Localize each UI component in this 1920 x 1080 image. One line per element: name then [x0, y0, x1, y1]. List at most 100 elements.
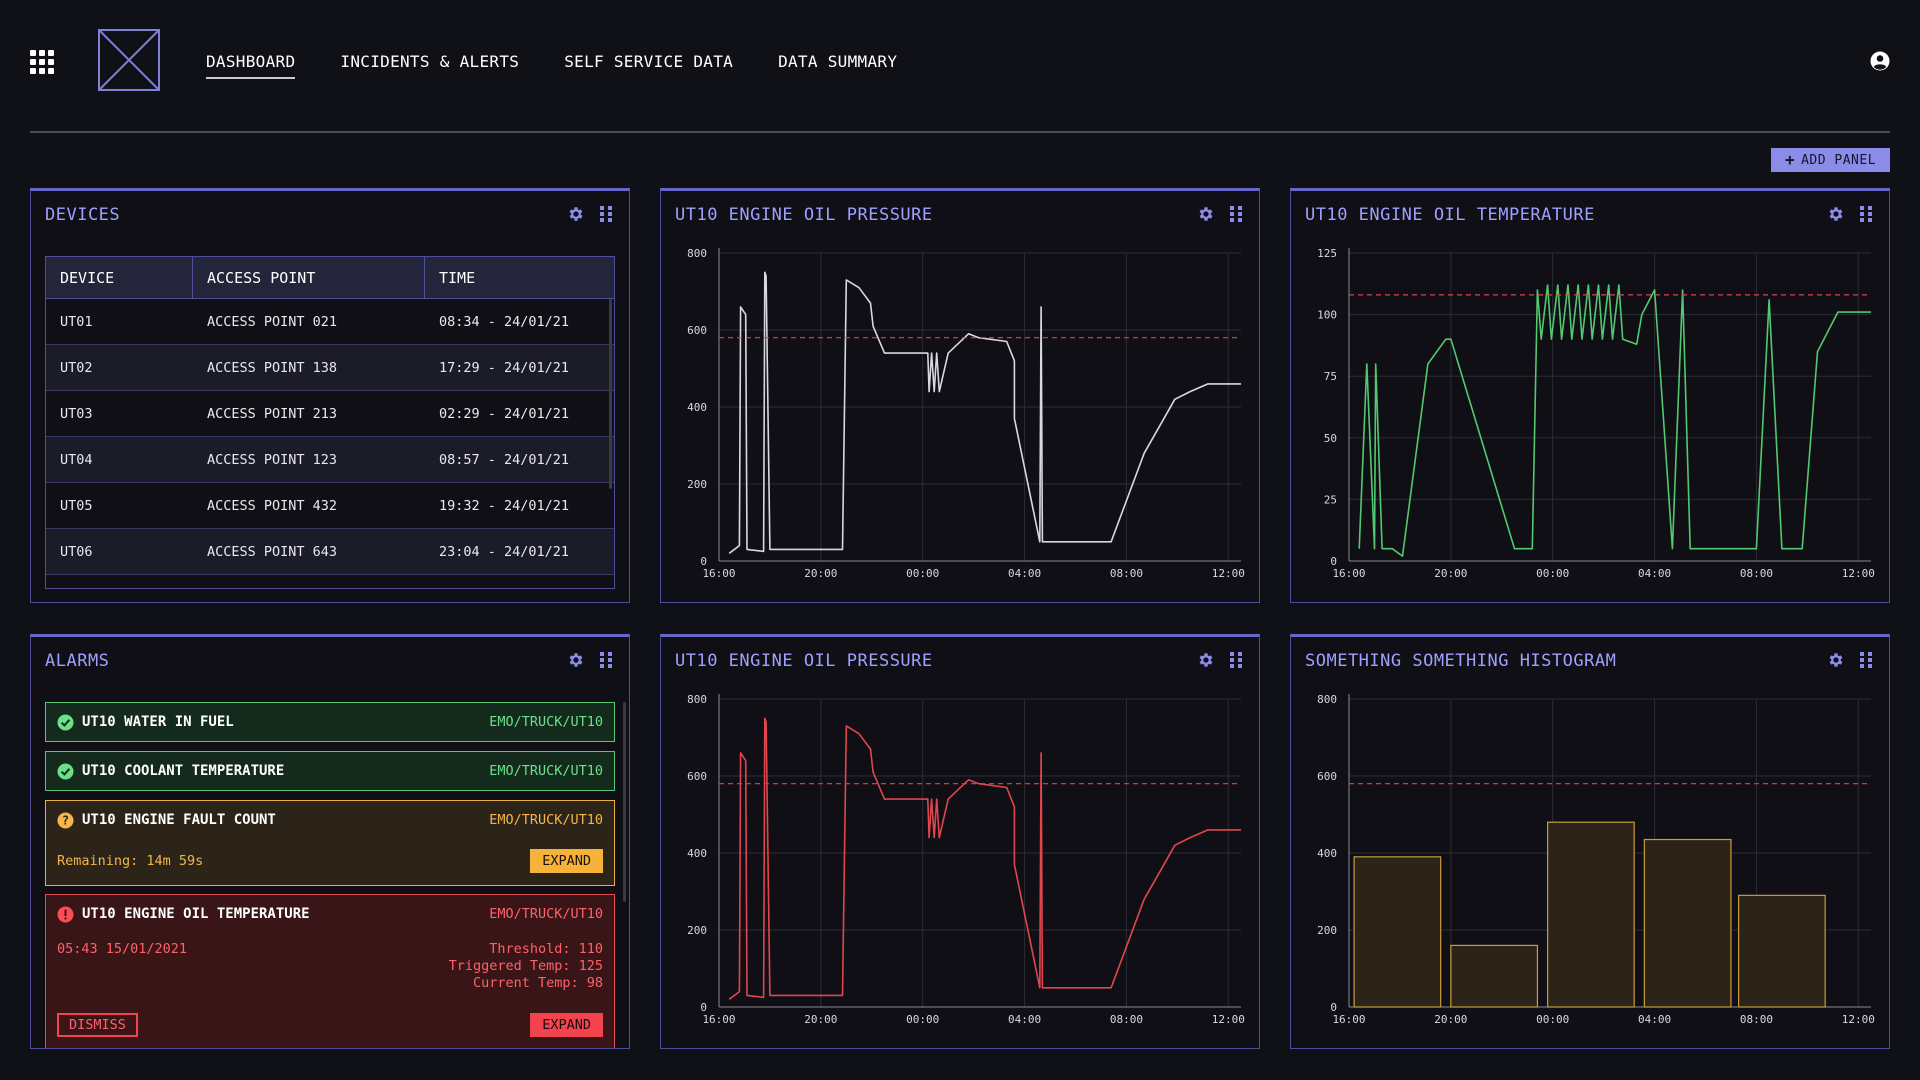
svg-text:?: ? — [62, 814, 69, 828]
nav-dashboard[interactable]: DASHBOARD — [206, 52, 296, 79]
main-nav: DASHBOARD INCIDENTS & ALERTS SELF SERVIC… — [206, 52, 897, 79]
y-tick-label: 800 — [687, 247, 707, 260]
y-tick-label: 100 — [1317, 309, 1337, 322]
expand-button[interactable]: EXPAND — [530, 849, 603, 873]
bar-chart: 020040060080016:00 20:00 00:00 04:00 08:00 12… — [1317, 693, 1875, 1026]
x-tick-label: 16:00 — [1332, 567, 1365, 580]
y-tick-label: 600 — [687, 770, 707, 783]
alarm-details: Threshold: 110 Triggered Temp: 125 Curre… — [449, 941, 603, 992]
cell-access-point: ACCESS POINT 643 — [207, 543, 338, 560]
settings-gear-icon[interactable] — [567, 205, 585, 223]
alarm-title: UT10 WATER IN FUEL — [82, 714, 234, 730]
devices-panel: DEVICES DEVICE ACCESS POINT TIME UT01 AC… — [30, 188, 630, 603]
y-tick-label: 600 — [687, 324, 707, 337]
alarm-triggered-temp: Triggered Temp: 125 — [448, 958, 603, 974]
nav-self-service-data[interactable]: SELF SERVICE DATA — [564, 52, 733, 79]
logo-placeholder-icon — [98, 29, 160, 91]
y-tick-label: 600 — [1317, 770, 1337, 783]
column-header-device[interactable]: DEVICE — [46, 257, 193, 298]
table-row[interactable]: UT04 ACCESS POINT 123 08:57 - 24/01/21 — [46, 437, 614, 483]
histogram-bar — [1643, 838, 1732, 1008]
alarm-item[interactable]: UT10 COOLANT TEMPERATURE EMO/TRUCK/UT10 — [45, 751, 615, 791]
drag-handle-icon[interactable] — [1227, 651, 1245, 669]
panel-tools — [1827, 205, 1875, 223]
x-tick-label: 12:00 — [1842, 1013, 1875, 1026]
alarm-item[interactable]: UT10 ENGINE OIL TEMPERATURE EMO/TRUCK/UT… — [45, 894, 615, 1048]
x-tick-label: 00:00 — [906, 1013, 939, 1026]
x-tick-label: 12:00 — [1212, 567, 1245, 580]
settings-gear-icon[interactable] — [1827, 205, 1845, 223]
drag-handle-icon[interactable] — [597, 651, 615, 669]
x-tick-label: 16:00 — [1332, 1013, 1365, 1026]
y-tick-label: 25 — [1324, 493, 1337, 506]
y-tick-label: 200 — [687, 478, 707, 491]
x-tick-label: 08:00 — [1110, 567, 1143, 580]
settings-gear-icon[interactable] — [1197, 205, 1215, 223]
x-tick-label: 20:00 — [804, 567, 837, 580]
drag-handle-icon[interactable] — [1857, 205, 1875, 223]
column-header-access-point[interactable]: ACCESS POINT — [193, 257, 425, 298]
column-header-time[interactable]: TIME — [425, 257, 614, 298]
y-tick-label: 400 — [1317, 847, 1337, 860]
add-panel-button[interactable]: + ADD PANEL — [1771, 148, 1890, 172]
devices-table: DEVICE ACCESS POINT TIME UT01 ACCESS POI… — [45, 256, 615, 589]
alarm-timestamp: 05:43 15/01/2021 — [57, 941, 188, 957]
check-circle-icon — [57, 714, 74, 731]
cell-time: 17:29 - 24/01/21 — [439, 359, 570, 376]
alarms-scrollbar[interactable] — [623, 702, 626, 902]
drag-handle-icon[interactable] — [597, 205, 615, 223]
x-tick-label: 04:00 — [1638, 1013, 1671, 1026]
user-account-icon[interactable] — [1870, 51, 1890, 71]
panel-tools — [567, 205, 615, 223]
alarm-remaining: Remaining: 14m 59s — [57, 853, 204, 869]
panel-title: UT10 ENGINE OIL PRESSURE — [675, 205, 933, 225]
cell-device: UT01 — [60, 313, 93, 330]
check-circle-icon — [57, 763, 74, 780]
table-row[interactable]: UT02 ACCESS POINT 138 17:29 - 24/01/21 — [46, 345, 614, 391]
alarm-item[interactable]: UT10 WATER IN FUEL EMO/TRUCK/UT10 — [45, 702, 615, 742]
cell-time: 08:57 - 24/01/21 — [439, 451, 570, 468]
chart-panel-histogram: SOMETHING SOMETHING HISTOGRAM 0 200 400 600… — [1290, 634, 1890, 1049]
line-chart: 020040060080016:00 20:00 00:00 04:00 08:00 12… — [687, 247, 1245, 580]
alarm-threshold: Threshold: 110 — [489, 941, 603, 957]
x-tick-label: 20:00 — [1434, 1013, 1467, 1026]
cell-time: 02:29 - 24/01/21 — [439, 405, 570, 422]
x-tick-label: 08:00 — [1740, 1013, 1773, 1026]
alarm-path: EMO/TRUCK/UT10 — [489, 763, 603, 779]
table-scrollbar[interactable] — [609, 299, 612, 489]
cell-device: UT03 — [60, 405, 93, 422]
plus-icon: + — [1784, 150, 1796, 169]
x-tick-label: 20:00 — [804, 1013, 837, 1026]
y-tick-label: 75 — [1324, 370, 1337, 383]
table-row[interactable]: UT05 ACCESS POINT 432 19:32 - 24/01/21 — [46, 483, 614, 529]
alarms-panel: ALARMS UT10 WATER IN FUEL EMO/TRUCK/UT10… — [30, 634, 630, 1049]
nav-data-summary[interactable]: DATA SUMMARY — [778, 52, 897, 79]
alarm-path: EMO/TRUCK/UT10 — [489, 714, 603, 730]
histogram-bar — [1353, 856, 1442, 1008]
cell-access-point: ACCESS POINT 021 — [207, 313, 338, 330]
histogram-bar — [1450, 944, 1539, 1008]
error-circle-icon — [57, 906, 74, 923]
nav-incidents-alerts[interactable]: INCIDENTS & ALERTS — [340, 52, 519, 79]
table-row[interactable]: UT01 ACCESS POINT 021 08:34 - 24/01/21 — [46, 299, 614, 345]
settings-gear-icon[interactable] — [1197, 651, 1215, 669]
drag-handle-icon[interactable] — [1227, 205, 1245, 223]
table-row[interactable]: UT06 ACCESS POINT 643 23:04 - 24/01/21 — [46, 529, 614, 575]
dismiss-button[interactable]: DISMISS — [57, 1013, 138, 1037]
cell-device: UT06 — [60, 543, 93, 560]
y-tick-label: 400 — [687, 401, 707, 414]
x-tick-label: 00:00 — [906, 567, 939, 580]
expand-button[interactable]: EXPAND — [530, 1013, 603, 1037]
table-row[interactable]: UT03 ACCESS POINT 213 02:29 - 24/01/21 — [46, 391, 614, 437]
app-grid-icon[interactable] — [30, 50, 54, 74]
histogram-bar — [1547, 821, 1635, 1008]
panel-title: UT10 ENGINE OIL PRESSURE — [675, 651, 933, 671]
settings-gear-icon[interactable] — [567, 651, 585, 669]
panel-title: UT10 ENGINE OIL TEMPERATURE — [1305, 205, 1595, 225]
alarm-item[interactable]: ? UT10 ENGINE FAULT COUNT EMO/TRUCK/UT10… — [45, 800, 615, 886]
settings-gear-icon[interactable] — [1827, 651, 1845, 669]
table-header: DEVICE ACCESS POINT TIME — [46, 257, 614, 299]
drag-handle-icon[interactable] — [1857, 651, 1875, 669]
add-panel-label: ADD PANEL — [1801, 152, 1877, 168]
alarm-path: EMO/TRUCK/UT10 — [489, 812, 603, 828]
